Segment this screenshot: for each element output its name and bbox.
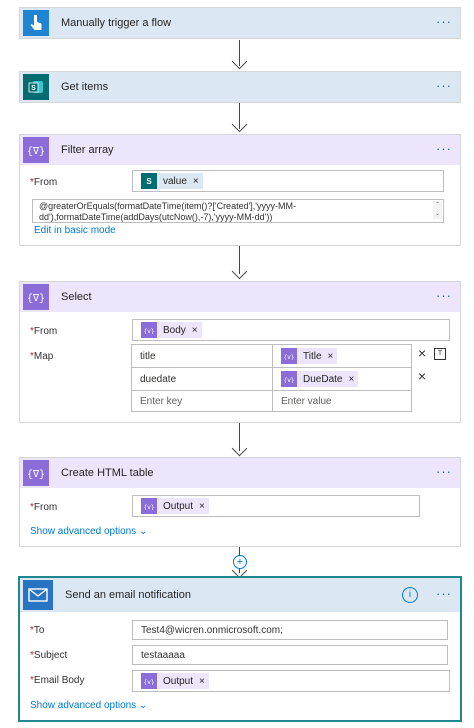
get-items-title: Get items (61, 81, 109, 93)
svg-text:{∇}: {∇} (28, 469, 44, 480)
more-options-icon[interactable]: ··· (436, 142, 452, 156)
svg-text:S: S (31, 85, 36, 92)
connector-arrow-icon (231, 116, 248, 133)
data-operation-icon: {v} (281, 371, 297, 387)
show-advanced-options-link[interactable]: Show advanced options ⌄ (30, 700, 147, 711)
trigger-header[interactable]: Manually trigger a flow ··· (20, 8, 460, 38)
from-label: *From (30, 326, 58, 337)
output-token[interactable]: {v} Output × (141, 673, 209, 689)
email-body-label: *Email Body (30, 675, 85, 686)
trigger-card[interactable]: Manually trigger a flow ··· (20, 8, 460, 38)
select-card[interactable]: {∇} Select ··· *From {v} Body × *Map tit… (20, 282, 460, 422)
get-items-header[interactable]: S Get items ··· (20, 72, 460, 102)
sharepoint-icon: S (141, 173, 157, 189)
from-label: *From (30, 177, 58, 188)
svg-text:{v}: {v} (144, 679, 154, 685)
remove-token-icon[interactable]: × (193, 176, 203, 187)
title-token[interactable]: {v} Title × (281, 348, 338, 364)
more-options-icon[interactable]: ··· (436, 465, 452, 479)
value-token[interactable]: S value × (141, 173, 203, 189)
hand-touch-icon (23, 10, 49, 36)
filter-array-title: Filter array (61, 144, 114, 156)
subject-label: *Subject (30, 650, 68, 661)
select-header[interactable]: {∇} Select ··· (20, 282, 460, 312)
expression-editor[interactable]: @greaterOrEquals(formatDateTime(item()?[… (32, 199, 444, 223)
subject-field[interactable]: testaaaaa (132, 645, 448, 665)
svg-text:{v}: {v} (144, 504, 154, 510)
sharepoint-icon: S (23, 74, 49, 100)
from-field[interactable]: S value × (132, 170, 444, 192)
data-operation-icon: {v} (141, 498, 157, 514)
data-operation-icon: {∇} (23, 137, 49, 163)
more-options-icon[interactable]: ··· (436, 587, 452, 601)
get-items-card[interactable]: S Get items ··· (20, 72, 460, 102)
more-options-icon[interactable]: ··· (436, 15, 452, 29)
to-field[interactable]: Test4@wicren.onmicrosoft.com; (132, 620, 448, 640)
delete-row-icon[interactable]: × (418, 345, 426, 361)
chevron-down-icon: ⌄ (138, 700, 148, 711)
body-token[interactable]: {v} Body × (141, 322, 202, 338)
svg-text:{v}: {v} (284, 354, 294, 360)
connector-arrow-icon (231, 263, 248, 280)
svg-text:{∇}: {∇} (28, 293, 44, 304)
to-label: *To (30, 625, 45, 636)
remove-token-icon[interactable]: × (199, 676, 209, 687)
svg-text:{v}: {v} (144, 328, 154, 334)
create-html-table-header[interactable]: {∇} Create HTML table ··· (20, 458, 460, 488)
delete-row-icon[interactable]: × (418, 368, 426, 384)
filter-array-header[interactable]: {∇} Filter array ··· (20, 135, 460, 165)
remove-token-icon[interactable]: × (348, 374, 358, 385)
map-key-cell[interactable]: duedate (131, 367, 273, 391)
edit-in-basic-mode-link[interactable]: Edit in basic mode (34, 225, 116, 236)
scrollbar[interactable]: ⌃ ⌄ (433, 201, 442, 219)
more-options-icon[interactable]: ··· (436, 289, 452, 303)
switch-map-mode-icon[interactable]: T (434, 348, 446, 360)
from-field[interactable]: {v} Output × (132, 495, 420, 517)
new-value-input[interactable]: Enter value (272, 390, 412, 412)
svg-text:{∇}: {∇} (28, 146, 44, 157)
expression-line: dd'),formatDateTime(addDays(utcNow(),-7)… (39, 212, 273, 222)
send-email-header[interactable]: Send an email notification i ··· (20, 578, 460, 612)
data-operation-icon: {v} (141, 673, 157, 689)
connector-arrow-icon (231, 53, 248, 70)
data-operation-icon: {∇} (23, 460, 49, 486)
connector-arrow-icon (231, 440, 248, 457)
show-advanced-options-link[interactable]: Show advanced options ⌄ (30, 526, 147, 537)
svg-text:S: S (146, 177, 152, 186)
info-icon[interactable]: i (402, 587, 418, 603)
email-body-field[interactable]: {v} Output × (132, 670, 450, 692)
send-email-card[interactable]: Send an email notification i ··· *To Tes… (20, 578, 460, 720)
output-token[interactable]: {v} Output × (141, 498, 209, 514)
expression-line: @greaterOrEquals(formatDateTime(item()?[… (39, 201, 297, 211)
select-title: Select (61, 291, 92, 303)
map-value-cell[interactable]: {v} DueDate × (272, 367, 412, 391)
filter-array-card[interactable]: {∇} Filter array ··· *From S value × @gr… (20, 135, 460, 245)
map-key-cell[interactable]: title (131, 344, 273, 368)
from-field[interactable]: {v} Body × (132, 319, 450, 341)
data-operation-icon: {∇} (23, 284, 49, 310)
duedate-token[interactable]: {v} DueDate × (281, 371, 359, 387)
remove-token-icon[interactable]: × (328, 351, 338, 362)
create-html-table-card[interactable]: {∇} Create HTML table ··· *From {v} Outp… (20, 458, 460, 546)
remove-token-icon[interactable]: × (199, 501, 209, 512)
map-value-cell[interactable]: {v} Title × (272, 344, 412, 368)
more-options-icon[interactable]: ··· (436, 79, 452, 93)
from-label: *From (30, 502, 58, 513)
send-email-title: Send an email notification (65, 589, 191, 601)
chevron-down-icon: ⌄ (138, 526, 148, 537)
new-key-input[interactable]: Enter key (131, 390, 273, 412)
svg-text:{v}: {v} (284, 377, 294, 383)
trigger-title: Manually trigger a flow (61, 17, 172, 29)
remove-token-icon[interactable]: × (192, 325, 202, 336)
create-html-table-title: Create HTML table (61, 467, 154, 479)
data-operation-icon: {v} (141, 322, 157, 338)
mail-icon (23, 580, 53, 610)
data-operation-icon: {v} (281, 348, 297, 364)
map-label: *Map (30, 351, 54, 362)
